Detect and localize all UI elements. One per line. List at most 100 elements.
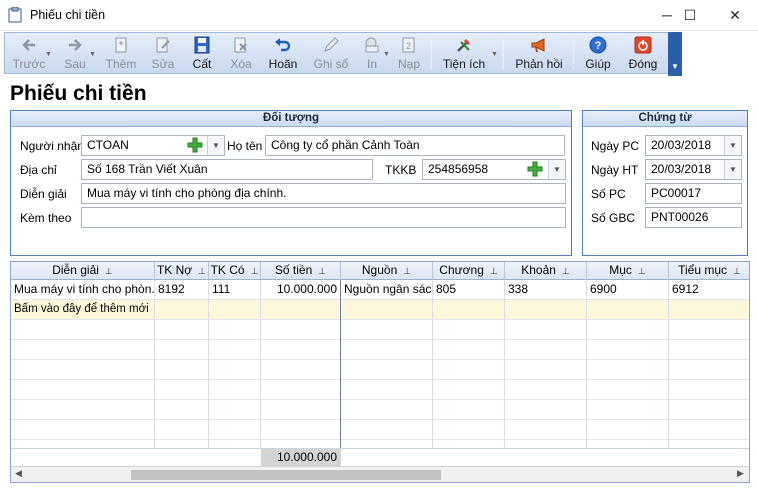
arrow-right-icon: [69, 39, 82, 51]
chevron-down-icon: ▼: [553, 165, 561, 174]
undo-button[interactable]: Hoãn: [263, 34, 303, 74]
add-new-row[interactable]: [587, 300, 669, 320]
post-button[interactable]: Ghi sổ: [309, 34, 353, 74]
add-document-icon: [115, 37, 127, 53]
column-divider: [154, 320, 155, 448]
doituong-panel: Đối tượng Người nhận CTOAN ▼ Họ tên Công…: [10, 110, 572, 256]
dien-giai-field[interactable]: Mua máy vi tính cho phòng địa chính.: [81, 183, 566, 204]
svg-text:2: 2: [406, 41, 411, 51]
add-new-row[interactable]: [261, 300, 341, 320]
column-header[interactable]: Mục ⊥: [587, 262, 669, 280]
so-gbc-value: PNT00026: [651, 210, 709, 224]
table-cell[interactable]: 10.000.000: [261, 280, 341, 300]
column-header[interactable]: Khoản ⊥: [505, 262, 587, 280]
ho-ten-field[interactable]: Công ty cổ phần Cảnh Toàn: [265, 135, 565, 156]
doituong-heading: Đối tượng: [11, 111, 571, 127]
detail-grid: Diễn giải ⊥ TK Nợ ⊥ TK Có ⊥ Số tiền ⊥ Nguồn ⊥…: [10, 261, 750, 483]
ngay-pc-dropdown[interactable]: ▼: [724, 136, 741, 155]
table-cell[interactable]: 8192: [155, 280, 209, 300]
horizontal-scrollbar[interactable]: ◀ ▶: [11, 466, 749, 482]
scrollbar-thumb[interactable]: [131, 470, 441, 480]
column-divider: [668, 320, 669, 448]
utilities-button[interactable]: Tiện ích: [439, 34, 489, 74]
nguoi-nhan-dropdown[interactable]: ▼: [207, 136, 224, 155]
scroll-right-icon[interactable]: ▶: [737, 468, 744, 479]
table-cell[interactable]: 6900: [587, 280, 669, 300]
pin-icon[interactable]: ⊥: [403, 266, 411, 276]
delete-document-icon: [234, 37, 247, 53]
column-header[interactable]: Số tiền ⊥: [261, 262, 341, 280]
toolbar-separator: [431, 39, 432, 69]
help-button[interactable]: ? Giúp: [581, 34, 615, 74]
table-cell[interactable]: Nguồn ngân sác...: [341, 280, 433, 300]
table-cell[interactable]: 338: [505, 280, 587, 300]
load-button[interactable]: 2 Nạp: [393, 34, 425, 74]
pin-icon[interactable]: ⊥: [562, 266, 570, 276]
close-button[interactable]: ✕: [712, 0, 758, 31]
chevron-down-icon: ▼: [671, 62, 679, 71]
pin-icon[interactable]: ⊥: [105, 266, 113, 276]
so-gbc-field[interactable]: PNT00026: [645, 207, 742, 228]
nguoi-nhan-value: CTOAN: [87, 138, 129, 152]
add-new-row[interactable]: [505, 300, 587, 320]
close-form-button[interactable]: Đóng: [621, 34, 665, 74]
pin-icon[interactable]: ⊥: [318, 266, 326, 276]
kem-theo-field[interactable]: [81, 207, 566, 228]
add-new-row[interactable]: [433, 300, 505, 320]
column-divider: [586, 320, 587, 448]
nguoi-nhan-combo[interactable]: CTOAN: [81, 135, 225, 156]
toolbar-overflow-button[interactable]: ▼: [668, 32, 682, 76]
feedback-button[interactable]: Phản hồi: [511, 34, 567, 74]
kem-theo-label: Kèm theo: [20, 211, 72, 225]
pencil-icon: [324, 37, 339, 52]
megaphone-icon: [531, 38, 545, 52]
column-header[interactable]: Tiểu mục ⊥: [669, 262, 749, 280]
table-cell[interactable]: 805: [433, 280, 505, 300]
dia-chi-field[interactable]: Số 168 Trần Viết Xuân: [81, 159, 373, 180]
add-new-row[interactable]: [341, 300, 433, 320]
printer-icon: [365, 37, 379, 53]
delete-button[interactable]: Xóa: [223, 34, 259, 74]
so-pc-field[interactable]: PC00017: [645, 183, 742, 204]
pin-icon[interactable]: ⊥: [733, 266, 741, 276]
column-header[interactable]: Nguồn ⊥: [341, 262, 433, 280]
column-header[interactable]: TK Có ⊥: [209, 262, 261, 280]
add-icon[interactable]: [527, 161, 543, 177]
scroll-left-icon[interactable]: ◀: [15, 468, 22, 479]
column-header[interactable]: Chương ⊥: [433, 262, 505, 280]
pin-icon[interactable]: ⊥: [198, 266, 206, 276]
add-new-row[interactable]: [669, 300, 749, 320]
dia-chi-value: Số 168 Trần Viết Xuân: [87, 162, 208, 176]
add-new-row[interactable]: [209, 300, 261, 320]
pin-icon[interactable]: ⊥: [638, 266, 646, 276]
column-header[interactable]: Diễn giải ⊥: [11, 262, 155, 280]
column-header[interactable]: TK Nợ ⊥: [155, 262, 209, 280]
add-new-row[interactable]: Bấm vào đây để thêm mới: [11, 300, 155, 320]
add-icon[interactable]: [187, 137, 203, 153]
empty-rows: [11, 320, 749, 448]
title-bar: Phiếu chi tiền ─ ☐ ✕: [0, 0, 758, 31]
ngay-ht-dropdown[interactable]: ▼: [724, 160, 741, 179]
tkkb-combo[interactable]: 254856958: [422, 159, 566, 180]
table-cell[interactable]: Mua máy vi tính cho phòn...: [11, 280, 155, 300]
chungtu-panel: Chứng từ Ngày PC 20/03/2018 ▼ Ngày HT 20…: [582, 110, 748, 256]
pin-icon[interactable]: ⊥: [490, 266, 498, 276]
save-button[interactable]: Cất: [185, 34, 219, 74]
so-gbc-label: Số GBC: [591, 211, 636, 225]
edit-button[interactable]: Sửa: [145, 34, 181, 74]
chevron-down-icon: ▼: [729, 141, 737, 150]
tkkb-dropdown[interactable]: ▼: [548, 160, 565, 179]
table-cell[interactable]: 6912: [669, 280, 749, 300]
column-divider: [340, 280, 341, 448]
ho-ten-value: Công ty cổ phần Cảnh Toàn: [271, 138, 420, 152]
window-title: Phiếu chi tiền: [30, 8, 106, 22]
add-new-row[interactable]: [155, 300, 209, 320]
ho-ten-label: Họ tên: [227, 139, 263, 153]
grid-footer: [11, 448, 749, 466]
add-button[interactable]: Thêm: [101, 34, 141, 74]
column-divider: [260, 320, 261, 448]
maximize-button[interactable]: ☐: [667, 0, 713, 31]
table-cell[interactable]: 111: [209, 280, 261, 300]
pin-icon[interactable]: ⊥: [251, 266, 259, 276]
svg-text:?: ?: [595, 40, 602, 52]
